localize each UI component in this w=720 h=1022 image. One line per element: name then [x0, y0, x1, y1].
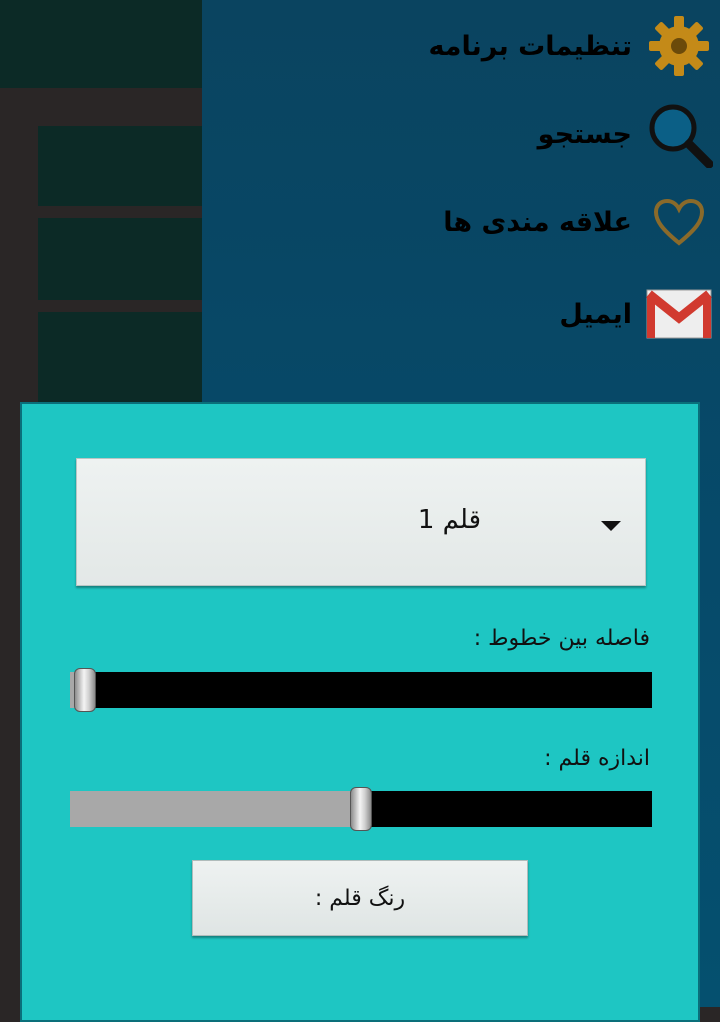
drawer-item-email[interactable]: ایمیل: [202, 268, 720, 360]
background-tile: [38, 312, 202, 402]
pen-settings-dialog: قلم 1 فاصله بین خطوط : اندازه قلم : رنگ …: [20, 402, 700, 1022]
pen-select-dropdown[interactable]: قلم 1: [76, 458, 646, 586]
drawer-item-label: ایمیل: [559, 298, 632, 330]
background-tile: [38, 218, 202, 300]
slider-progress: [70, 791, 361, 827]
pen-size-label: اندازه قلم :: [544, 746, 650, 771]
slider-thumb[interactable]: [350, 787, 372, 831]
pen-color-button[interactable]: رنگ قلم :: [192, 860, 528, 936]
background-header: [0, 0, 202, 88]
drawer-item-search[interactable]: جستجو: [202, 88, 720, 180]
line-spacing-label: فاصله بین خطوط :: [473, 626, 650, 651]
line-spacing-slider[interactable]: [70, 668, 652, 712]
background-tile: [38, 126, 202, 206]
slider-thumb[interactable]: [74, 668, 96, 712]
drawer-item-label: تنظیمات برنامه: [428, 30, 632, 62]
search-icon: [644, 99, 714, 169]
pen-size-slider[interactable]: [70, 787, 652, 831]
pen-select-value: قلم 1: [417, 505, 481, 535]
drawer-item-label: علاقه مندی ها: [443, 206, 632, 238]
drawer-item-favorites[interactable]: علاقه مندی ها: [202, 176, 720, 268]
drawer-item-label: جستجو: [537, 118, 632, 150]
heart-icon: [644, 187, 714, 257]
dropdown-arrow-icon: [601, 521, 621, 531]
gear-icon: [644, 11, 714, 81]
mail-icon: [644, 279, 714, 349]
drawer-item-settings[interactable]: تنظیمات برنامه: [202, 0, 720, 92]
